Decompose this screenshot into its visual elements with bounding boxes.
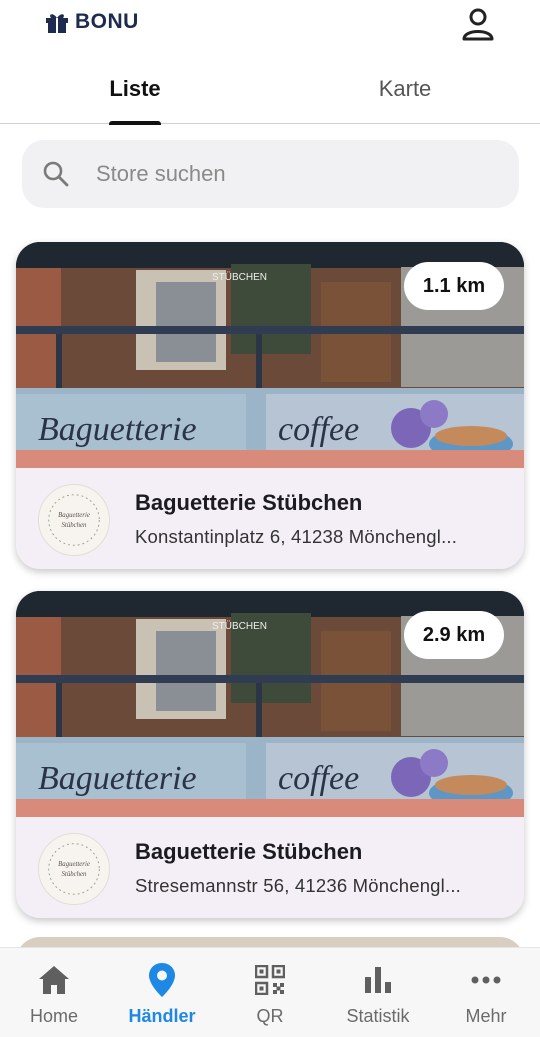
person-icon	[462, 8, 494, 41]
profile-button[interactable]	[458, 4, 498, 44]
store-card[interactable]: Baguetterie coffee STÜBCHEN 2.9 km Bague…	[16, 591, 524, 918]
store-logo-text-1: Baguetterie	[58, 512, 90, 519]
store-logo: Baguetterie Stübchen	[38, 484, 110, 556]
tab-liste[interactable]: Liste	[0, 60, 270, 123]
nav-statistik-label: Statistik	[346, 1006, 410, 1026]
store-logo-text-1: Baguetterie	[58, 861, 90, 868]
nav-statistik[interactable]: Statistik	[324, 948, 432, 1037]
store-address: Stresemannstr 56, 41236 Mönchengl...	[135, 875, 461, 896]
nav-haendler[interactable]: Händler	[108, 948, 216, 1037]
window-sign-text: STÜBCHEN	[212, 271, 267, 283]
store-info: Baguetterie Stübchen Baguetterie Stübche…	[16, 468, 524, 569]
nav-home-label: Home	[29, 1006, 78, 1026]
bar-chart-icon	[360, 962, 396, 998]
sign-left-text: Baguetterie	[38, 411, 197, 448]
nav-home[interactable]: Home	[0, 948, 108, 1037]
sign-right-text: coffee	[278, 760, 359, 797]
bottom-navigation: Home Händler QR Statistik Mehr	[0, 947, 540, 1037]
sign-left-text: Baguetterie	[38, 760, 197, 797]
tab-karte[interactable]: Karte	[270, 60, 540, 123]
store-card[interactable]: Baguetterie coffee STÜBCHEN 1.1 km Bague…	[16, 242, 524, 569]
nav-mehr[interactable]: Mehr	[432, 948, 540, 1037]
window-sign-text: STÜBCHEN	[212, 620, 267, 632]
distance-badge: 1.1 km	[404, 262, 504, 310]
store-logo-text-2: Stübchen	[62, 522, 88, 529]
distance-badge: 2.9 km	[404, 611, 504, 659]
active-tab-indicator	[109, 120, 161, 125]
brand-name: BONU	[75, 10, 139, 33]
tab-karte-label: Karte	[378, 76, 432, 101]
home-icon	[36, 962, 72, 998]
store-logo-text-2: Stübchen	[62, 871, 88, 878]
search-input[interactable]	[96, 140, 496, 208]
search-bar[interactable]	[22, 140, 519, 208]
store-info: Baguetterie Stübchen Baguetterie Stübche…	[16, 817, 524, 918]
more-horizontal-icon	[468, 962, 504, 998]
sign-right-text: coffee	[278, 411, 359, 448]
store-name: Baguetterie Stübchen	[135, 490, 363, 515]
nav-qr[interactable]: QR	[216, 948, 324, 1037]
store-logo: Baguetterie Stübchen	[38, 833, 110, 905]
tab-liste-label: Liste	[109, 76, 161, 101]
gift-icon	[46, 14, 68, 33]
search-icon	[43, 161, 69, 187]
brand-logo: BONU	[45, 10, 139, 34]
nav-mehr-label: Mehr	[465, 1006, 507, 1026]
nav-qr-label: QR	[256, 1006, 284, 1026]
app-screen: BONU Liste Karte Store suchen Baguetteri…	[0, 0, 540, 1037]
store-name: Baguetterie Stübchen	[135, 839, 363, 864]
nav-haendler-label: Händler	[128, 1006, 196, 1026]
view-tabs: Liste Karte	[0, 60, 540, 125]
top-bar: BONU	[0, 0, 540, 48]
location-pin-icon	[144, 962, 180, 998]
qr-code-icon	[252, 962, 288, 998]
store-address: Konstantinplatz 6, 41238 Mönchengl...	[135, 526, 458, 547]
